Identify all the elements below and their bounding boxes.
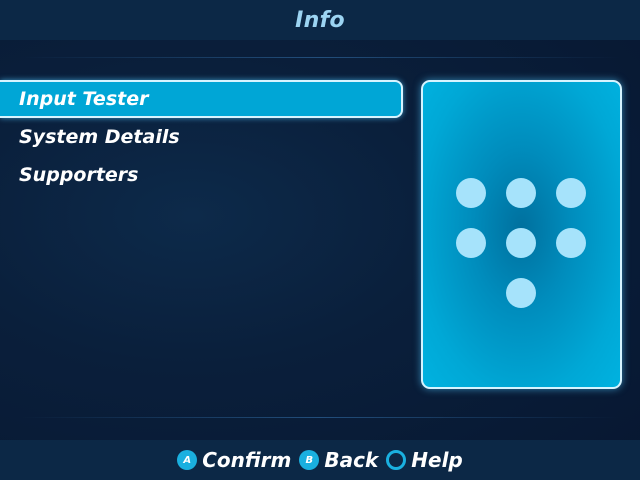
help-label: Help (411, 448, 463, 472)
confirm-hint[interactable]: A Confirm (177, 448, 291, 472)
footer-bar: A Confirm B Back Help (0, 440, 640, 480)
dot-icon (506, 228, 536, 258)
menu-item-input-tester[interactable]: Input Tester (0, 80, 403, 118)
dot-icon (556, 178, 586, 208)
menu-item-supporters[interactable]: Supporters (0, 156, 404, 194)
header-bar: Info (0, 0, 640, 40)
menu-item-label: Supporters (19, 164, 139, 186)
menu-item-label: System Details (19, 126, 180, 148)
b-button-icon: B (299, 450, 320, 470)
back-label: Back (324, 448, 379, 472)
back-hint[interactable]: B Back (299, 448, 378, 472)
menu-item-label: Input Tester (19, 88, 149, 110)
dot-icon (556, 228, 586, 258)
dot-icon (456, 228, 486, 258)
help-hint[interactable]: Help (386, 448, 463, 472)
bottom-divider (20, 417, 620, 418)
confirm-label: Confirm (202, 448, 292, 472)
menu-item-system-details[interactable]: System Details (0, 118, 404, 156)
a-button-icon: A (177, 450, 198, 470)
page-title: Info (295, 7, 345, 33)
dot-icon (456, 178, 486, 208)
preview-panel (421, 80, 622, 389)
dot-icon (506, 278, 536, 308)
menu-list: Input Tester System Details Supporters (0, 80, 404, 194)
ring-button-icon (386, 450, 407, 470)
dot-icon (506, 178, 536, 208)
top-divider (20, 57, 620, 58)
